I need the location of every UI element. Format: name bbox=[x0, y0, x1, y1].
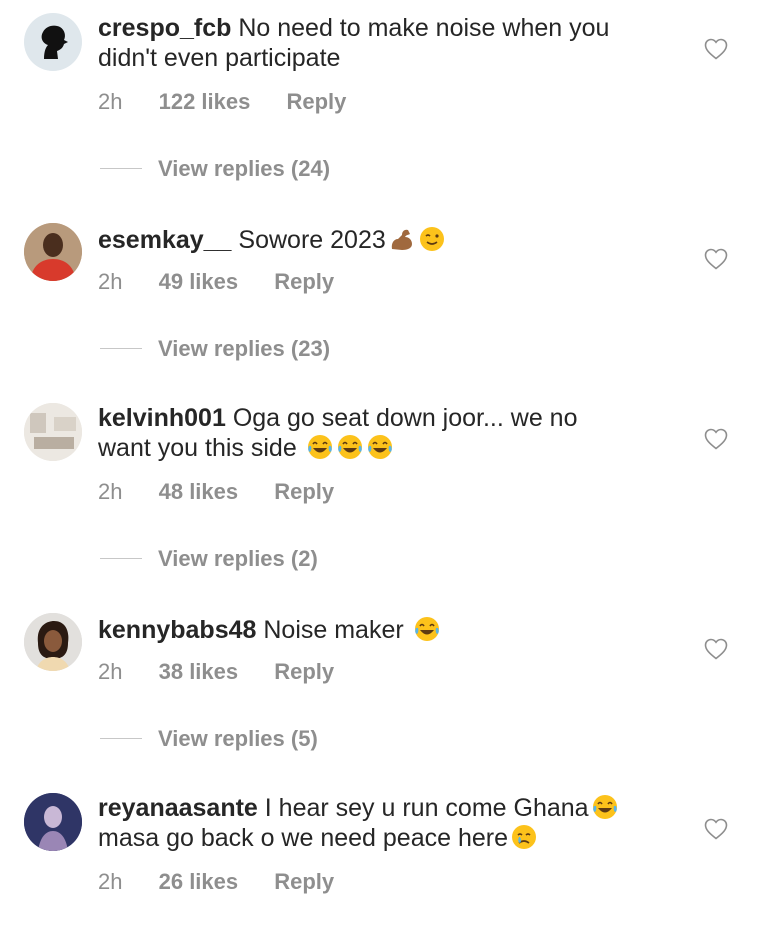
photo-avatar-icon bbox=[24, 223, 82, 281]
comment-time: 2h bbox=[98, 479, 123, 504]
crying-face-emoji bbox=[510, 823, 538, 851]
divider-line bbox=[100, 167, 142, 169]
comment-username[interactable]: kennybabs48 bbox=[98, 616, 256, 644]
divider-line bbox=[100, 557, 142, 559]
comment-body-line2: didn't even participate bbox=[98, 44, 341, 72]
comment-meta: 2h 49 likes Reply bbox=[98, 269, 334, 295]
heart-outline-icon[interactable] bbox=[704, 38, 728, 60]
comment-body-line1: I hear sey u run come Ghana bbox=[264, 794, 589, 822]
view-replies-label: View replies (2) bbox=[158, 546, 318, 571]
heart-outline-icon[interactable] bbox=[704, 248, 728, 270]
divider-line bbox=[100, 347, 142, 349]
avatar[interactable] bbox=[24, 793, 82, 851]
comment-text: kelvinh001 Oga go seat down joor... we n… bbox=[98, 403, 658, 463]
reply-button[interactable]: Reply bbox=[274, 479, 334, 505]
comment-meta: 2h 38 likes Reply bbox=[98, 659, 334, 685]
photo-avatar-icon bbox=[24, 793, 82, 851]
comment-username[interactable]: crespo_fcb bbox=[98, 14, 231, 42]
tears-of-joy-emoji bbox=[306, 433, 334, 461]
photo-avatar-icon bbox=[24, 613, 82, 671]
tears-of-joy-emoji bbox=[366, 433, 394, 461]
view-replies-button[interactable]: View replies (2) bbox=[100, 546, 318, 572]
view-replies-label: View replies (24) bbox=[158, 156, 331, 181]
view-replies-button[interactable]: View replies (5) bbox=[100, 726, 318, 752]
avatar[interactable] bbox=[24, 223, 82, 281]
comment-time: 2h bbox=[98, 89, 123, 114]
comment-text: kennybabs48 Noise maker bbox=[98, 615, 658, 645]
reply-button[interactable]: Reply bbox=[274, 659, 334, 685]
comment-body-line2: masa go back o we need peace here bbox=[98, 824, 508, 852]
comment-body-line1: Oga go seat down joor... we no bbox=[232, 404, 578, 432]
reply-button[interactable]: Reply bbox=[274, 869, 334, 895]
comment-meta: 2h 48 likes Reply bbox=[98, 479, 334, 505]
tears-of-joy-emoji bbox=[591, 793, 619, 821]
view-replies-button[interactable]: View replies (24) bbox=[100, 156, 330, 182]
winking-face-emoji bbox=[418, 225, 446, 253]
heart-outline-icon[interactable] bbox=[704, 638, 728, 660]
reply-button[interactable]: Reply bbox=[286, 89, 346, 115]
comment-likes[interactable]: 38 likes bbox=[159, 659, 239, 685]
comment-username[interactable]: reyanaasante bbox=[98, 794, 258, 822]
reply-button[interactable]: Reply bbox=[274, 269, 334, 295]
photo-avatar-icon bbox=[24, 403, 82, 461]
comment-time: 2h bbox=[98, 869, 123, 894]
avatar[interactable] bbox=[24, 613, 82, 671]
comment-likes[interactable]: 48 likes bbox=[159, 479, 239, 505]
comment-text: crespo_fcb No need to make noise when yo… bbox=[98, 13, 658, 73]
avatar[interactable] bbox=[24, 403, 82, 461]
comment-body-line1: Sowore 2023 bbox=[238, 226, 386, 254]
flexed-biceps-emoji bbox=[388, 225, 416, 253]
comment-time: 2h bbox=[98, 269, 123, 294]
comment-meta: 2h 26 likes Reply bbox=[98, 869, 334, 895]
comment-time: 2h bbox=[98, 659, 123, 684]
comment-body-line1: No need to make noise when you bbox=[238, 14, 610, 42]
comment-meta: 2h 122 likes Reply bbox=[98, 89, 346, 115]
tears-of-joy-emoji bbox=[413, 615, 441, 643]
comment-likes[interactable]: 26 likes bbox=[159, 869, 239, 895]
heart-outline-icon[interactable] bbox=[704, 818, 728, 840]
comment-text: reyanaasante I hear sey u run come Ghana… bbox=[98, 793, 658, 853]
heart-outline-icon[interactable] bbox=[704, 428, 728, 450]
silhouette-avatar-icon bbox=[24, 13, 82, 71]
comment-body-line1: Noise maker bbox=[263, 616, 404, 644]
comment-username[interactable]: esemkay__ bbox=[98, 226, 231, 254]
view-replies-label: View replies (23) bbox=[158, 336, 331, 361]
avatar[interactable] bbox=[24, 13, 82, 71]
comment-text: esemkay__ Sowore 2023 bbox=[98, 225, 658, 255]
tears-of-joy-emoji bbox=[336, 433, 364, 461]
divider-line bbox=[100, 737, 142, 739]
comment-username[interactable]: kelvinh001 bbox=[98, 404, 226, 432]
view-replies-label: View replies (5) bbox=[158, 726, 318, 751]
comment-body-line2: want you this side bbox=[98, 434, 297, 462]
view-replies-button[interactable]: View replies (23) bbox=[100, 336, 330, 362]
comment-likes[interactable]: 49 likes bbox=[159, 269, 239, 295]
comment-likes[interactable]: 122 likes bbox=[159, 89, 251, 115]
